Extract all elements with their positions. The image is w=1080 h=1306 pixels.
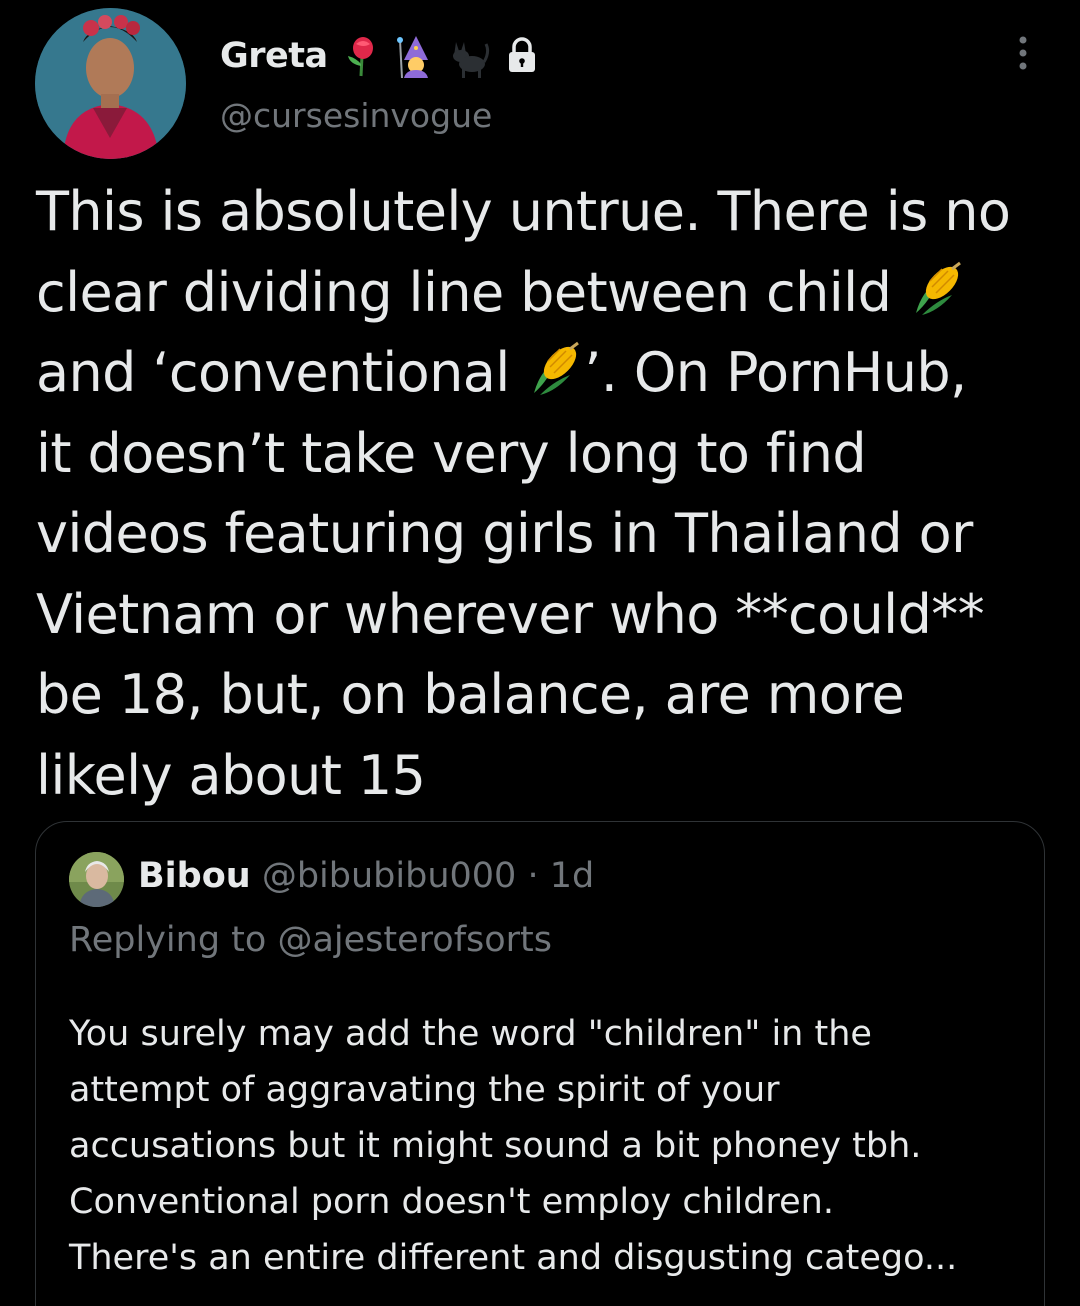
- more-options-icon[interactable]: [1010, 34, 1036, 74]
- corn-icon: [908, 261, 966, 319]
- quoted-tweet-header: Bibou @bibubibu000 · 1d: [138, 856, 594, 896]
- quoted-text-line: accusations but it might sound a bit pho…: [69, 1126, 922, 1166]
- quoted-tweet-time[interactable]: 1d: [550, 856, 595, 896]
- lock-icon: [506, 36, 538, 76]
- quoted-text-line: Conventional porn doesn't employ childre…: [69, 1182, 834, 1222]
- tweet-text-line: likely about 15: [36, 743, 426, 807]
- tweet-text-line: and ‘conventional ’. On PornHub,: [36, 341, 967, 404]
- quoted-tweet-card[interactable]: Bibou @bibubibu000 · 1d Replying to @aje…: [35, 821, 1045, 1306]
- separator-dot: ·: [527, 856, 539, 896]
- quoted-text-line: attempt of aggravating the spirit of you…: [69, 1070, 780, 1110]
- tweet-text-line: This is absolutely untrue. There is no: [36, 180, 1011, 243]
- quoted-author-name[interactable]: Bibou: [138, 856, 251, 896]
- author-handle[interactable]: @cursesinvogue: [220, 96, 492, 135]
- tweet-text-line: Vietnam or wherever who **could**: [36, 582, 985, 646]
- tweet-text-line: it doesn’t take very long to find: [36, 421, 867, 485]
- replying-to: Replying to @ajesterofsorts: [69, 920, 552, 960]
- quoted-author-handle[interactable]: @bibubibu000: [262, 856, 517, 896]
- tweet-text: This is absolutely untrue. There is no c…: [36, 172, 1056, 816]
- author-name-row[interactable]: Greta: [220, 30, 538, 82]
- replying-to-label: Replying to: [69, 920, 267, 960]
- black-cat-icon: [450, 34, 490, 78]
- replying-to-handle[interactable]: @ajesterofsorts: [277, 920, 552, 960]
- quoted-text-line: There's an entire different and disgusti…: [69, 1238, 958, 1278]
- quoted-tweet-text: You surely may add the word "children" i…: [69, 1006, 1019, 1286]
- mage-icon: [396, 34, 436, 79]
- tweet-text-line: be 18, but, on balance, are more: [36, 663, 905, 726]
- tweet-text-line: clear dividing line between child: [36, 253, 1056, 334]
- tweet-page: Greta @cursesinvogue This is absolutely …: [0, 0, 1080, 1306]
- corn-icon: [526, 341, 584, 399]
- quoted-author-avatar[interactable]: [69, 852, 124, 907]
- tweet-text-line: videos featuring girls in Thailand or: [36, 502, 973, 565]
- author-avatar[interactable]: [35, 8, 186, 159]
- rose-icon: [342, 34, 382, 78]
- quoted-text-line: You surely may add the word "children" i…: [69, 1014, 872, 1054]
- author-display-name[interactable]: Greta: [220, 36, 328, 76]
